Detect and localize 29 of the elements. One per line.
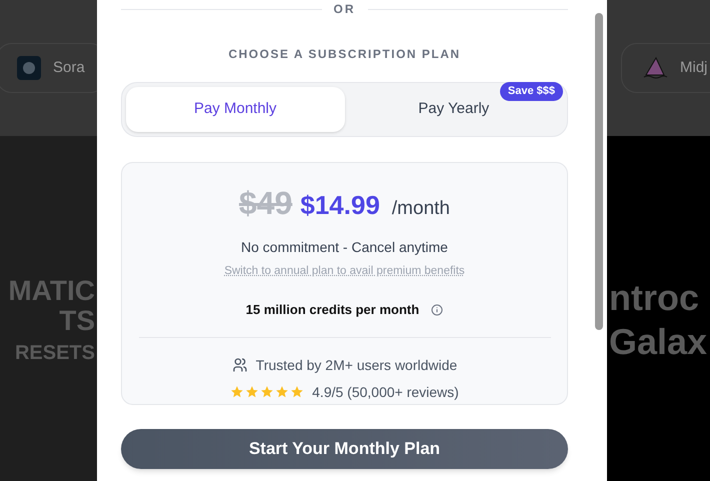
old-price: $49 [238, 184, 292, 223]
banner-text: RESETS [14, 341, 96, 366]
app-name: Midj [680, 58, 708, 78]
rating-text: 4.9/5 (50,000+ reviews) [312, 382, 459, 402]
star-icon [260, 385, 274, 400]
commitment-text: No commitment - Cancel anytime [241, 238, 448, 257]
banner-text: TS [59, 306, 96, 336]
credits-text: 15 million credits per month [246, 301, 420, 320]
star-icon [275, 385, 290, 400]
banner-text: MATIC [8, 276, 96, 306]
price: $14.99 [300, 189, 380, 222]
star-icon [230, 385, 244, 400]
section-heading: CHOOSE A SUBSCRIPTION PLAN [227, 46, 462, 63]
start-plan-button[interactable]: Start Your Monthly Plan [121, 429, 568, 469]
sailboat-logo-icon [642, 56, 668, 80]
star-icon [290, 385, 304, 400]
users-icon [232, 357, 248, 374]
app-name: Sora [53, 58, 85, 78]
banner-text: ntroc [608, 276, 699, 320]
trust-text: Trusted by 2M+ users worldwide [256, 356, 458, 375]
divider-label: OR [334, 1, 356, 18]
plan-tab[interactable]: Pay Monthly [126, 87, 344, 132]
price-period: /month [392, 197, 450, 221]
banner-text: Galax [608, 320, 708, 364]
star-icon [245, 385, 260, 400]
scrollbar-thumb[interactable] [595, 13, 603, 330]
app-card[interactable]: Midj [621, 43, 710, 93]
info-icon[interactable] [431, 304, 444, 316]
save-badge: Save $$$ [500, 82, 563, 100]
